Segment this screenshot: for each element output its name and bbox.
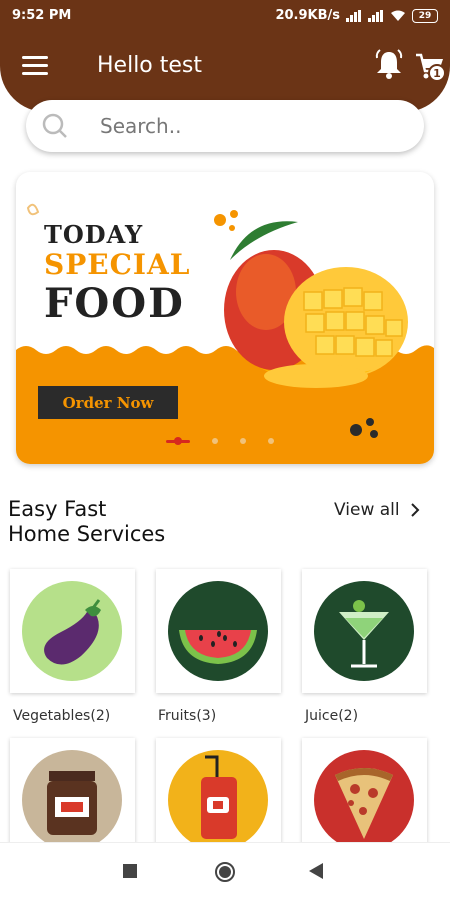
category-card-vegetables[interactable] [10,569,135,693]
category-label-juice: Juice(2) [305,708,359,724]
section-title-line-2: Home Services [8,522,166,546]
category-card-soda[interactable] [156,738,281,848]
recents-button[interactable] [123,864,137,878]
status-icons: 20.9KB/s 29 [275,8,438,23]
banner-line-1: TODAY [44,220,144,249]
category-card-jar[interactable] [10,738,135,848]
watermelon-icon [168,581,268,681]
banner-line-2: SPECIAL [44,248,191,281]
app-header: 9:52 PM 20.9KB/s 29 Hello test 1 [0,0,450,112]
carousel-dot-1[interactable] [166,436,190,445]
promo-banner[interactable]: TODAY SPECIAL FOOD Order Now [16,172,434,464]
chevron-right-icon [410,503,420,517]
cocktail-icon [314,581,414,681]
page-title: Hello test [97,53,203,78]
menu-icon[interactable] [22,56,48,76]
carousel-dots [166,436,274,445]
carousel-dot-2[interactable] [212,438,218,444]
network-speed: 20.9KB/s [275,8,340,23]
category-label-fruits: Fruits(3) [158,708,217,724]
order-now-button[interactable]: Order Now [38,386,178,419]
bell-icon[interactable] [374,48,404,80]
wifi-icon [391,10,405,21]
category-card-pizza[interactable] [302,738,427,848]
status-bar: 9:52 PM 20.9KB/s 29 [0,0,450,32]
search-icon [42,113,67,138]
banner-line-3: FOOD [44,280,185,327]
eggplant-icon [22,581,122,681]
battery-icon: 29 [412,8,438,23]
system-nav-bar [0,842,450,900]
signal-icon-2 [368,9,384,22]
cart-badge: 1 [428,64,446,82]
section-title: Easy Fast Home Services [8,497,165,547]
jar-icon [22,750,122,845]
app-screen: 9:52 PM 20.9KB/s 29 Hello test 1 Search.… [0,0,450,900]
category-label-vegetables: Vegetables(2) [13,708,111,724]
search-input[interactable] [100,110,400,142]
home-button[interactable] [214,861,236,883]
search-bar[interactable] [26,100,424,152]
soda-can-icon [168,750,268,845]
category-card-juice[interactable] [302,569,427,693]
signal-icon [346,9,362,22]
view-all-link[interactable]: View all [334,500,420,520]
carousel-dot-4[interactable] [268,438,274,444]
back-button[interactable] [309,863,325,879]
category-card-fruits[interactable] [156,569,281,693]
view-all-label: View all [334,500,400,520]
section-title-line-1: Easy Fast [8,497,107,521]
pizza-icon [314,750,414,845]
status-time: 9:52 PM [12,8,72,23]
carousel-dot-3[interactable] [240,438,246,444]
